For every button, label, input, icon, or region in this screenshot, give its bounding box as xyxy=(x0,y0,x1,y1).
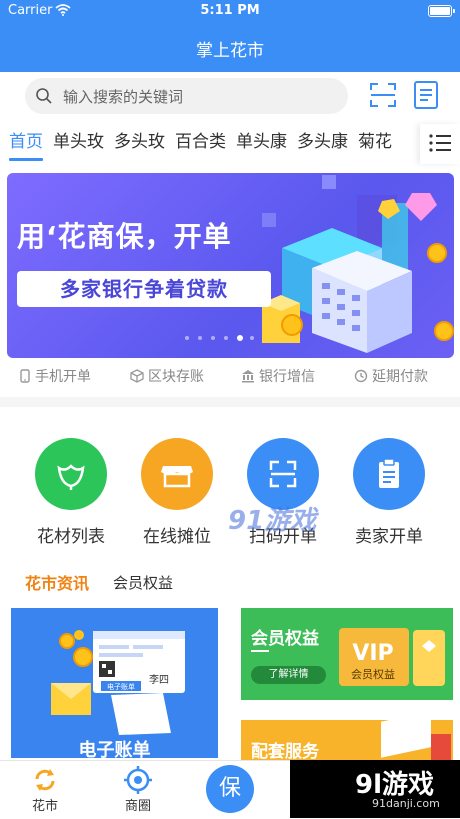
navigation-bar: Carrier 5:11 PM 掌上花市 xyxy=(0,0,460,72)
e-bill-card[interactable]: 电子账单 李四 电子账单 xyxy=(11,608,218,758)
banner-headline: 用‘花商保，开单 xyxy=(17,220,232,253)
flower-icon xyxy=(57,464,85,490)
bill-cert-text: 李四 xyxy=(149,673,169,686)
learn-more-button[interactable]: 了解详情 xyxy=(251,666,326,684)
watermark-corner-logo: 9l游戏 xyxy=(355,770,435,800)
status-time: 5:11 PM xyxy=(200,3,260,18)
watermark-logo: 91游戏 xyxy=(228,506,317,536)
tab-single-carnation[interactable]: 单头康 xyxy=(236,126,287,158)
title-underline xyxy=(251,650,269,652)
tab-single-rose[interactable]: 单头玫 xyxy=(53,126,104,158)
target-icon xyxy=(124,766,152,794)
battery-icon xyxy=(428,5,452,17)
tab-multi-carnation[interactable]: 多头康 xyxy=(297,126,348,158)
e-bill-title: 电子账单 xyxy=(78,740,151,758)
tab-home[interactable]: 首页 xyxy=(9,126,43,161)
feature-bank-credit: 银行增信 xyxy=(241,366,315,386)
tab-market-news[interactable]: 花市资讯 xyxy=(25,570,89,594)
category-menu-button[interactable] xyxy=(420,124,460,164)
member-benefits-card[interactable]: 会员权益 了解详情 VIP 会员权益 xyxy=(241,608,453,700)
document-icon[interactable] xyxy=(413,80,439,110)
carousel-dot[interactable] xyxy=(185,336,189,340)
search-icon xyxy=(36,88,52,104)
seller-order-label[interactable]: 卖家开单 xyxy=(334,522,444,547)
tab-market-label: 花市 xyxy=(31,799,58,814)
promo-banner[interactable]: 用‘花商保，开单 多家银行争着贷款 xyxy=(7,173,454,358)
tab-business-circle-label: 商圈 xyxy=(124,799,151,814)
support-services-title: 配套服务 xyxy=(251,742,319,762)
carousel-dot[interactable] xyxy=(224,336,228,340)
vip-badge-cn: 会员权益 xyxy=(351,667,395,681)
page-title: 掌上花市 xyxy=(196,41,264,61)
phone-icon xyxy=(20,369,30,383)
bill-illustration: 电子账单 李四 xyxy=(51,630,185,735)
member-benefits-title: 会员权益 xyxy=(251,629,319,649)
feature-deferred-payment: 延期付款 xyxy=(354,366,428,386)
vip-badge-en: VIP xyxy=(352,641,393,666)
search-input[interactable] xyxy=(61,78,345,116)
battery-cap xyxy=(453,9,455,13)
clock-icon xyxy=(354,369,368,383)
feature-strip: 手机开单 区块存账 银行增信 延期付款 xyxy=(0,366,460,386)
tab-multi-rose[interactable]: 多头玫 xyxy=(114,126,165,158)
flower-list-label[interactable]: 花材列表 xyxy=(16,522,126,547)
seller-order-button[interactable] xyxy=(353,438,425,510)
list-menu-icon xyxy=(429,134,451,152)
insurance-button[interactable]: 保 xyxy=(206,765,254,813)
refresh-icon xyxy=(35,769,55,791)
tab-chrysanthemum[interactable]: 菊花 xyxy=(358,126,392,158)
tab-lily[interactable]: 百合类 xyxy=(175,126,226,158)
stall-icon xyxy=(161,466,193,488)
carousel-dot[interactable] xyxy=(198,336,202,340)
tab-member-benefits[interactable]: 会员权益 xyxy=(113,572,173,593)
vip-badge-icon: VIP 会员权益 xyxy=(339,628,445,686)
carousel-dot[interactable] xyxy=(211,336,215,340)
search-bar[interactable] xyxy=(25,78,348,116)
cube-icon xyxy=(130,369,144,383)
feature-mobile-order: 手机开单 xyxy=(19,366,91,386)
category-tabs: 首页 单头玫 多头玫 百合类 单头康 多头康 菊花 xyxy=(0,126,420,162)
carousel-dot[interactable] xyxy=(237,335,243,341)
flower-list-button[interactable] xyxy=(35,438,107,510)
banner-subtitle: 多家银行争着贷款 xyxy=(60,277,228,301)
bill-pill-text: 电子账单 xyxy=(107,682,135,691)
tab-market[interactable]: 花市 xyxy=(15,761,75,819)
watermark-corner-url: 91danji.com xyxy=(372,797,440,810)
online-stall-label[interactable]: 在线摊位 xyxy=(122,522,232,547)
carousel-dot[interactable] xyxy=(250,336,254,340)
online-stall-button[interactable] xyxy=(141,438,213,510)
tab-business-circle[interactable]: 商圈 xyxy=(108,761,168,819)
scan-icon[interactable] xyxy=(369,81,397,109)
clipboard-icon xyxy=(379,458,399,488)
feature-blockchain: 区块存账 xyxy=(130,366,204,386)
section-divider xyxy=(0,397,460,407)
truck-icon xyxy=(381,720,451,762)
city-illustration xyxy=(262,175,454,353)
bank-icon xyxy=(242,370,254,383)
support-services-card[interactable]: 配套服务 xyxy=(241,720,453,762)
